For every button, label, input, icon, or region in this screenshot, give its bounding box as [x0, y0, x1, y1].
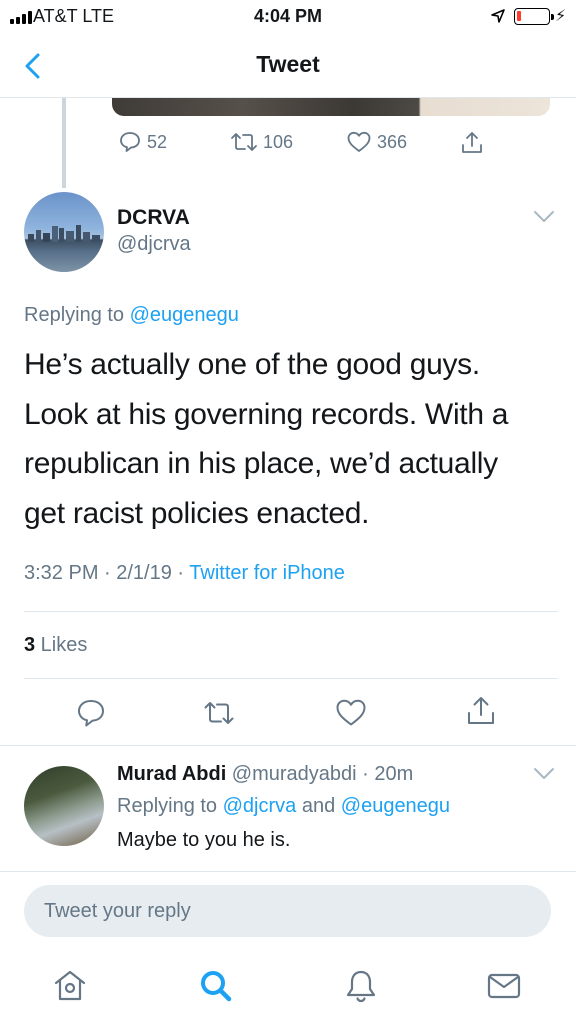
reply-author[interactable]: Murad Abdi @muradyabdi · 20m: [117, 763, 413, 786]
previous-tweet-actions: 52 106 366: [112, 130, 552, 160]
author-handle[interactable]: @djcrva: [117, 233, 191, 256]
battery-level: [517, 11, 521, 21]
tweet-text-line: republican in his place, we’d actually: [24, 447, 498, 480]
reply-avatar[interactable]: [24, 766, 104, 846]
heart-icon: [347, 131, 371, 152]
tweet-timestamp: 3:32 PM · 2/1/19 · Twitter for iPhone: [24, 562, 345, 584]
retweet-icon: [231, 133, 257, 151]
mention-link[interactable]: @eugenegu: [130, 304, 239, 326]
page-title: Tweet: [256, 51, 320, 77]
heart-icon[interactable]: [334, 696, 368, 730]
chevron-down-icon[interactable]: [533, 210, 555, 224]
search-icon[interactable]: [196, 966, 236, 1006]
tweet-media[interactable]: [112, 98, 550, 116]
reply-icon: [120, 132, 140, 152]
tab-bar: [0, 951, 576, 1024]
retweet-icon[interactable]: [202, 696, 236, 730]
likes-count: 3: [24, 634, 36, 656]
chevron-down-icon[interactable]: [533, 767, 555, 781]
divider: [24, 611, 558, 612]
reply-count: 52: [147, 131, 168, 152]
share-button[interactable]: [459, 130, 485, 156]
thread-line: [62, 98, 66, 188]
home-icon[interactable]: [50, 966, 90, 1006]
status-bar: AT&T LTE 4:04 PM ⚡: [0, 0, 576, 34]
charging-bolt-icon: ⚡: [555, 8, 567, 25]
retweet-count: 106: [263, 131, 294, 152]
tweet-text-line: He’s actually one of the good guys.: [24, 348, 480, 381]
messages-icon[interactable]: [484, 966, 524, 1006]
like-count: 366: [377, 131, 408, 152]
reply-composer: [0, 871, 576, 951]
tweet-text-line: get racist policies enacted.: [24, 496, 370, 530]
reply-author-handle: @muradyabdi: [226, 763, 357, 785]
tweet-source-link[interactable]: Twitter for iPhone: [189, 562, 345, 584]
divider: [0, 745, 576, 746]
divider: [24, 678, 558, 679]
reply-text: Maybe to you he is.: [117, 829, 291, 851]
reply-input[interactable]: [24, 885, 551, 937]
avatar[interactable]: [24, 192, 104, 272]
replying-to: Replying to @eugenegu: [24, 304, 239, 326]
skyline-photo: [28, 225, 100, 242]
nav-bar: Tweet: [0, 34, 576, 98]
share-icon: [462, 132, 482, 153]
author-name[interactable]: DCRVA: [117, 206, 190, 230]
mention-link[interactable]: @djcrva: [223, 795, 297, 817]
share-icon[interactable]: [464, 694, 498, 728]
reply-icon[interactable]: [74, 696, 108, 730]
reply-author-name: Murad Abdi: [117, 763, 227, 785]
reply-time: · 20m: [356, 763, 414, 785]
notifications-icon[interactable]: [341, 966, 381, 1006]
retweet-button[interactable]: 106: [230, 130, 293, 154]
tweet-text: He’s actually one of the good guys. Look…: [24, 340, 554, 538]
likes-summary[interactable]: 3 Likes: [24, 634, 87, 657]
like-button[interactable]: 366: [346, 130, 407, 154]
mention-link[interactable]: @eugenegu: [341, 795, 450, 817]
location-arrow-icon: [491, 9, 505, 23]
tweet-text-line: Look at his governing records. With a: [24, 397, 509, 431]
reply-button[interactable]: 52: [118, 130, 167, 154]
battery-icon: [514, 8, 554, 25]
reply-replying-to: Replying to @djcrva and @eugenegu: [117, 795, 451, 817]
